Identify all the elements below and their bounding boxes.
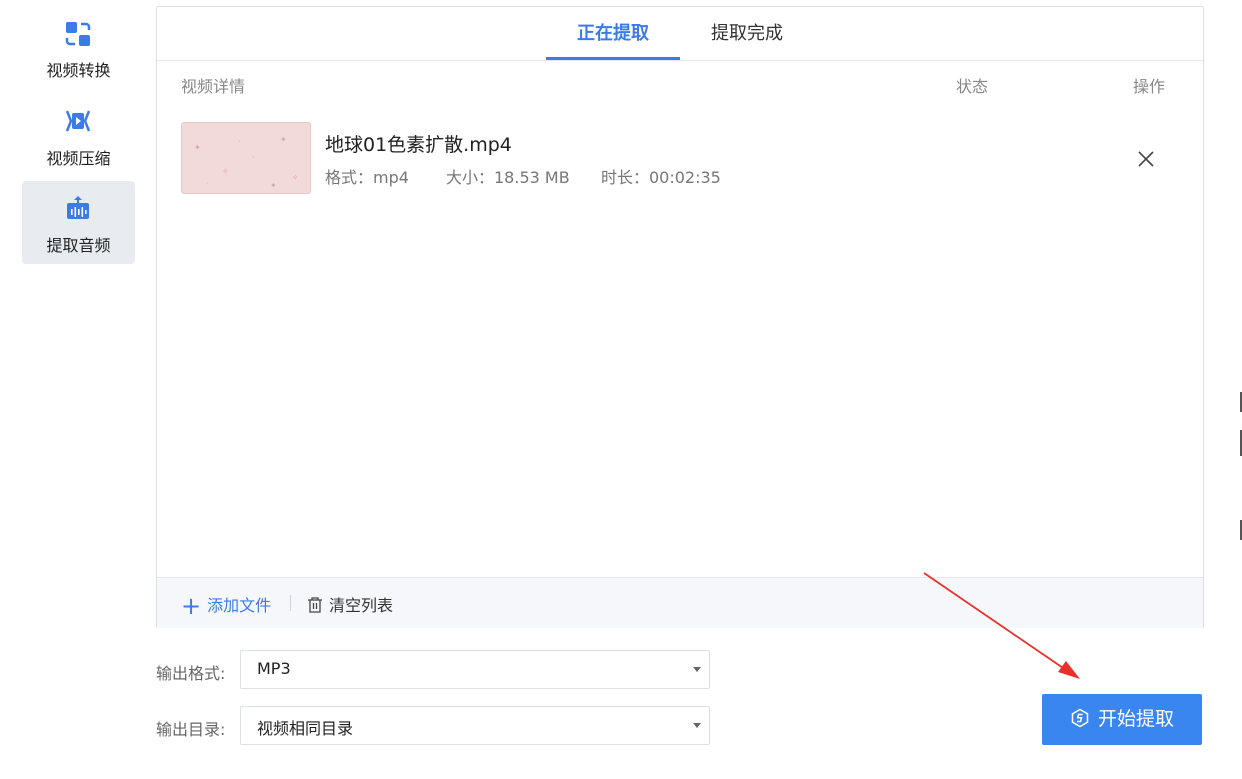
sidebar-item-video-convert[interactable]: 视频转换: [22, 6, 135, 89]
tab-extracting[interactable]: 正在提取: [546, 7, 680, 60]
clear-list-button[interactable]: 清空列表: [307, 592, 393, 616]
convert-icon: [65, 22, 91, 46]
file-row: ✦ ✧ · ✦ ✧ · · ✦ 地球01色素扩散.mp4 格式：mp4 大小：1…: [157, 112, 1203, 202]
chevron-down-icon: [693, 667, 701, 672]
output-directory-select[interactable]: 视频相同目录: [240, 706, 710, 745]
file-size: 大小：18.53 MB: [446, 168, 570, 187]
add-file-label: 添加文件: [207, 596, 272, 615]
list-footer: + 添加文件 清空列表: [157, 577, 1203, 628]
column-header-status: 状态: [956, 77, 989, 96]
plus-icon: +: [181, 592, 202, 620]
tab-completed[interactable]: 提取完成: [688, 7, 806, 60]
output-directory-value: 视频相同目录: [257, 719, 354, 738]
active-tab-indicator: [546, 57, 680, 60]
add-file-button[interactable]: + 添加文件: [181, 592, 272, 618]
sidebar-item-video-compress[interactable]: 视频压缩: [22, 94, 135, 177]
sidebar-item-label: 视频压缩: [46, 149, 111, 168]
file-list-panel: 正在提取 提取完成 视频详情 状态 操作 ✦ ✧ · ✦ ✧ · · ✦ 地球0…: [156, 6, 1204, 628]
remove-file-icon[interactable]: [1135, 148, 1157, 170]
clear-list-label: 清空列表: [329, 596, 394, 615]
sidebar-item-label: 视频转换: [46, 61, 111, 80]
sidebar-item-extract-audio[interactable]: 提取音频: [22, 181, 135, 264]
video-thumbnail: ✦ ✧ · ✦ ✧ · · ✦: [181, 122, 311, 194]
file-format: 格式：mp4: [325, 168, 409, 187]
audio-extract-icon: [67, 196, 89, 219]
compress-icon: [65, 110, 91, 132]
trash-icon: [308, 597, 322, 613]
chevron-down-icon: [693, 723, 701, 728]
divider: [290, 595, 291, 611]
output-format-label: 输出格式:: [156, 664, 226, 683]
sidebar-item-label: 提取音频: [46, 236, 111, 255]
file-duration: 时长：00:02:35: [601, 168, 721, 187]
column-header-details: 视频详情: [181, 77, 246, 96]
start-extract-label: 开始提取: [1097, 708, 1174, 730]
sidebar: 视频转换 视频压缩 提取音频: [0, 0, 156, 779]
output-directory-label: 输出目录:: [156, 720, 226, 739]
start-icon: [1071, 708, 1089, 728]
tab-bar: 正在提取 提取完成: [157, 7, 1203, 61]
start-extract-button[interactable]: 开始提取: [1042, 694, 1202, 745]
output-format-value: MP3: [257, 659, 291, 678]
column-header-action: 操作: [1133, 77, 1166, 96]
output-format-select[interactable]: MP3: [240, 650, 710, 689]
file-name: 地球01色素扩散.mp4: [325, 134, 512, 156]
